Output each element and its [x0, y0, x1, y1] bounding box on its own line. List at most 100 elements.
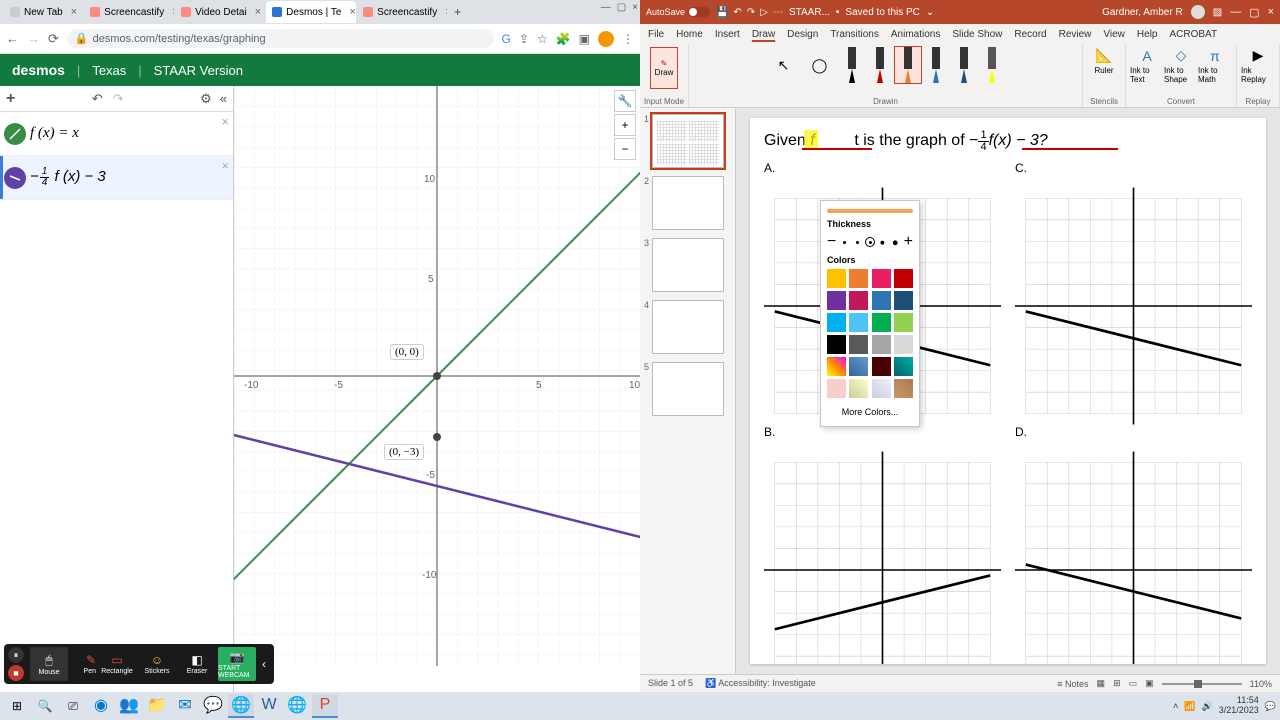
stickers-tool[interactable]: ☺Stickers	[138, 647, 176, 681]
color-lightgreen[interactable]	[894, 313, 913, 332]
tab-newtab[interactable]: New Tab×	[4, 1, 83, 23]
color-blue[interactable]	[872, 291, 891, 310]
outlook-app[interactable]: ✉	[172, 694, 198, 718]
redo-button[interactable]: ↷	[113, 91, 124, 107]
close-icon[interactable]: ×	[71, 6, 77, 18]
pen-blue[interactable]	[923, 47, 949, 83]
tab-insert[interactable]: Insert	[715, 29, 740, 40]
color-red[interactable]	[894, 269, 913, 288]
teams2-app[interactable]: 💬	[200, 694, 226, 718]
zoom-in-button[interactable]: +	[614, 114, 636, 136]
tab-home[interactable]: Home	[676, 29, 703, 40]
minimize-icon[interactable]: —	[1230, 6, 1241, 18]
lasso-tool[interactable]: ◯	[803, 57, 837, 74]
delete-icon[interactable]: ×	[221, 114, 229, 129]
color-gray[interactable]	[872, 335, 891, 354]
thumb-5[interactable]	[652, 362, 724, 416]
zoom-out-button[interactable]: −	[614, 138, 636, 160]
pen-red[interactable]	[867, 47, 893, 83]
expr-color-icon[interactable]	[4, 123, 26, 145]
view-slideshow-icon[interactable]: ▣	[1145, 678, 1154, 689]
color-gold[interactable]	[827, 269, 846, 288]
thumb-3[interactable]	[652, 238, 724, 292]
pause-button[interactable]: ⏸	[8, 647, 24, 663]
select-tool[interactable]: ↖	[767, 57, 801, 74]
clock[interactable]: 11:54 3/21/2023	[1219, 696, 1259, 716]
task-view-button[interactable]: ⎚	[60, 694, 86, 718]
minimize-icon[interactable]: —	[601, 2, 611, 13]
more-colors[interactable]: More Colors...	[827, 404, 913, 420]
stop-button[interactable]: ■	[8, 665, 24, 681]
view-reading-icon[interactable]: ▭	[1129, 678, 1138, 689]
ink-to-shape[interactable]: ◇Ink to Shape	[1164, 47, 1198, 84]
close-icon[interactable]: ×	[172, 6, 174, 18]
tab-animations[interactable]: Animations	[891, 29, 940, 40]
star-icon[interactable]: ☆	[537, 32, 548, 46]
thumb-1[interactable]	[652, 114, 724, 168]
ink-to-math[interactable]: πInk to Math	[1198, 47, 1232, 84]
add-expression-button[interactable]: +	[6, 90, 15, 108]
expression-row-2[interactable]: −14 f (x) − 3 ×	[0, 156, 233, 200]
color-gold-tx[interactable]	[849, 379, 868, 398]
tab-screencastify-2[interactable]: Screencastify×	[357, 1, 447, 23]
extensions-icon[interactable]: 🧩	[556, 32, 571, 46]
tab-transitions[interactable]: Transitions	[830, 29, 879, 40]
profile-avatar[interactable]	[598, 31, 614, 47]
zoom-value[interactable]: 110%	[1250, 679, 1272, 689]
google-icon[interactable]: G	[502, 32, 511, 46]
tab-acrobat[interactable]: ACROBAT	[1169, 29, 1217, 40]
more-icon[interactable]: ⋯	[773, 7, 783, 18]
new-tab-button[interactable]: +	[448, 3, 467, 21]
thickness-1[interactable]	[839, 237, 849, 247]
thickness-5[interactable]	[888, 234, 904, 250]
autosave-toggle[interactable]: AutoSave	[646, 7, 710, 17]
volume-icon[interactable]: 🔊	[1202, 701, 1213, 712]
pen-tool[interactable]: ✎Pen	[70, 646, 96, 682]
color-green[interactable]	[872, 313, 891, 332]
address-bar[interactable]: 🔒 desmos.com/testing/texas/graphing	[67, 29, 494, 48]
tab-slideshow[interactable]: Slide Show	[952, 29, 1002, 40]
thumb-2[interactable]	[652, 176, 724, 230]
wrench-icon[interactable]: 🔧	[614, 90, 636, 112]
close-icon[interactable]: ×	[1268, 6, 1274, 18]
close-icon[interactable]: ×	[349, 6, 355, 18]
tab-view[interactable]: View	[1103, 29, 1125, 40]
maximize-icon[interactable]: ▢	[617, 2, 626, 13]
thickness-3[interactable]	[865, 237, 875, 247]
color-darkgray[interactable]	[849, 335, 868, 354]
color-pink[interactable]	[872, 269, 891, 288]
pen-darkblue[interactable]	[951, 47, 977, 83]
undo-button[interactable]: ↶	[92, 91, 103, 107]
settings-icon[interactable]: ⚙	[200, 91, 212, 107]
pen-orange[interactable]	[895, 47, 921, 83]
tab-screencastify-1[interactable]: Screencastify×	[84, 1, 174, 23]
close-icon[interactable]: ×	[255, 6, 261, 18]
search-button[interactable]: 🔍	[32, 694, 58, 718]
accessibility-status[interactable]: ♿ Accessibility: Investigate	[705, 678, 816, 689]
window-icon[interactable]: ▣	[579, 32, 590, 46]
color-skyblue[interactable]	[849, 313, 868, 332]
ink-to-text[interactable]: AInk to Text	[1130, 47, 1164, 84]
close-icon[interactable]: ×	[445, 6, 447, 18]
tab-help[interactable]: Help	[1137, 29, 1158, 40]
ink-replay[interactable]: ▶Ink Replay	[1241, 47, 1275, 84]
expr-color-icon[interactable]	[4, 167, 26, 189]
color-silver[interactable]	[872, 379, 891, 398]
draw-mode-button[interactable]: ✎Draw	[650, 47, 678, 89]
color-ocean[interactable]	[894, 357, 913, 376]
tab-record[interactable]: Record	[1014, 29, 1046, 40]
wifi-icon[interactable]: 📶	[1184, 701, 1195, 712]
tab-design[interactable]: Design	[787, 29, 818, 40]
color-lightgray[interactable]	[894, 335, 913, 354]
tab-draw[interactable]: Draw	[752, 29, 775, 40]
rectangle-tool[interactable]: ▭Rectangle	[98, 647, 136, 681]
color-purple[interactable]	[827, 291, 846, 310]
close-icon[interactable]: ×	[632, 2, 638, 13]
notes-button[interactable]: ≡ Notes	[1057, 679, 1088, 689]
color-rose[interactable]	[827, 379, 846, 398]
delete-icon[interactable]: ×	[221, 158, 229, 173]
color-bronze[interactable]	[894, 379, 913, 398]
thickness-2[interactable]	[852, 237, 862, 247]
redo-icon[interactable]: ↷	[747, 7, 755, 18]
color-darkblue[interactable]	[894, 291, 913, 310]
